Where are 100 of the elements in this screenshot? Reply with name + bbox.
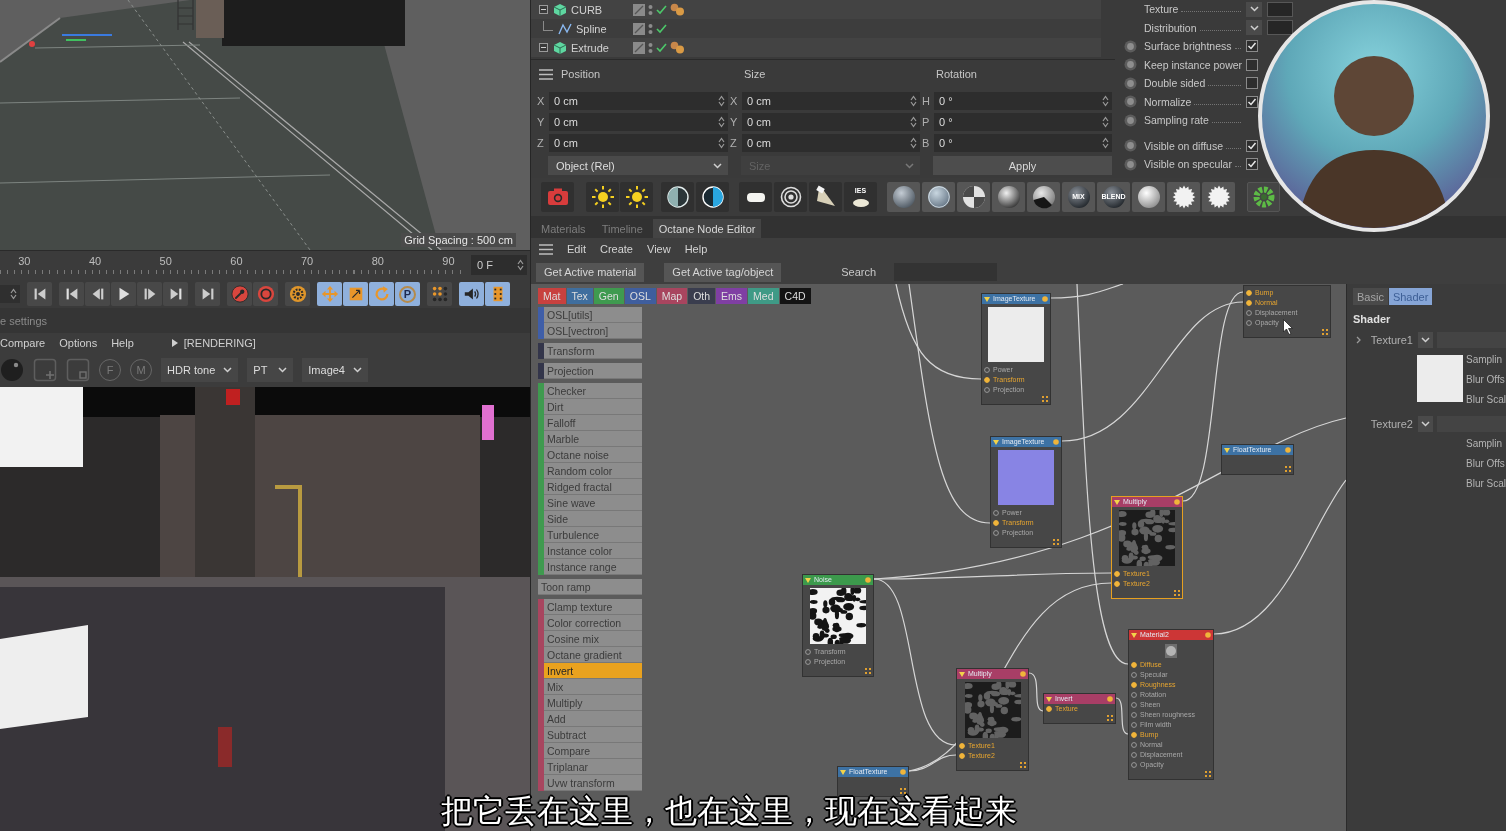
dropdown-button[interactable] bbox=[1246, 1, 1262, 17]
half-circle-button[interactable] bbox=[661, 182, 694, 212]
dropdown[interactable]: Image4 bbox=[302, 358, 368, 382]
panel-tab[interactable]: Shader bbox=[1388, 288, 1433, 305]
starburst-button[interactable] bbox=[1167, 182, 1200, 212]
panel-tab[interactable]: Timeline bbox=[595, 219, 649, 238]
coordinate-field[interactable]: 0 cm bbox=[742, 92, 920, 110]
port-dot-icon[interactable] bbox=[1131, 732, 1137, 738]
checkbox[interactable] bbox=[1246, 158, 1258, 171]
sun-light-button[interactable] bbox=[586, 182, 619, 212]
collapse-triangle-icon[interactable] bbox=[805, 577, 811, 583]
node-list-item[interactable]: Cosine mix bbox=[544, 631, 642, 647]
category-tab[interactable]: Tex bbox=[566, 288, 593, 304]
dropdown-button[interactable] bbox=[1418, 416, 1433, 432]
panel-tab[interactable]: Basic bbox=[1353, 288, 1388, 305]
chevron-right-icon[interactable] bbox=[1356, 336, 1361, 344]
node-list-item[interactable]: Mix bbox=[544, 679, 642, 695]
coordinate-field[interactable]: 0 cm bbox=[549, 113, 728, 131]
output-port-icon[interactable] bbox=[1174, 499, 1180, 505]
resize-grip-icon[interactable] bbox=[1042, 396, 1048, 402]
collapse-triangle-icon[interactable] bbox=[959, 671, 965, 677]
target-light-button[interactable] bbox=[774, 182, 807, 212]
matte-sphere-button[interactable] bbox=[1132, 182, 1165, 212]
dropdown[interactable]: HDR tone bbox=[161, 358, 239, 382]
node-list-item[interactable]: OSL[utils] bbox=[544, 307, 642, 323]
category-tab[interactable]: Oth bbox=[688, 288, 716, 304]
port-dot-icon[interactable] bbox=[993, 530, 999, 536]
port-dot-icon[interactable] bbox=[805, 649, 811, 655]
port-dot-icon[interactable] bbox=[1246, 310, 1252, 316]
go-to-end-button[interactable] bbox=[195, 282, 220, 306]
output-port-icon[interactable] bbox=[900, 769, 906, 775]
category-tab[interactable]: C4D bbox=[779, 288, 811, 304]
output-port-icon[interactable] bbox=[1053, 439, 1059, 445]
port-dot-icon[interactable] bbox=[959, 753, 965, 759]
node-list-item[interactable]: Octane noise bbox=[544, 447, 642, 463]
collapse-triangle-icon[interactable] bbox=[1224, 447, 1230, 453]
coordinate-field[interactable]: 0 cm bbox=[549, 92, 728, 110]
node-list-item[interactable]: Projection bbox=[544, 363, 642, 379]
node-list-item[interactable]: Instance range bbox=[544, 559, 642, 575]
node-list-item[interactable]: Uvw transform bbox=[544, 775, 642, 791]
starburst-button[interactable] bbox=[1202, 182, 1235, 212]
menu-item[interactable]: Edit bbox=[567, 243, 586, 255]
port-dot-icon[interactable] bbox=[1131, 742, 1137, 748]
area-light-button[interactable] bbox=[739, 182, 772, 212]
resize-grip-icon[interactable] bbox=[1205, 771, 1211, 777]
checkbox[interactable] bbox=[1246, 40, 1258, 53]
category-tab[interactable]: Gen bbox=[593, 288, 624, 304]
resize-grip-icon[interactable] bbox=[1285, 466, 1291, 472]
animation-dot-icon[interactable] bbox=[1124, 58, 1137, 72]
port-dot-icon[interactable] bbox=[1246, 290, 1252, 296]
port-dot-icon[interactable] bbox=[1131, 762, 1137, 768]
checkbox[interactable] bbox=[1246, 139, 1258, 152]
port-dot-icon[interactable] bbox=[1131, 712, 1137, 718]
node-list-item[interactable]: Marble bbox=[544, 431, 642, 447]
collapse-triangle-icon[interactable] bbox=[1131, 632, 1137, 638]
coordinate-field[interactable]: 0 cm bbox=[549, 134, 728, 152]
go-to-start-button[interactable] bbox=[27, 282, 52, 306]
step-forward-button[interactable] bbox=[137, 282, 162, 306]
node-list-item[interactable]: Falloff bbox=[544, 415, 642, 431]
port-dot-icon[interactable] bbox=[984, 377, 990, 383]
port-dot-icon[interactable] bbox=[1131, 692, 1137, 698]
menu-item[interactable]: View bbox=[647, 243, 671, 255]
port-dot-icon[interactable] bbox=[1131, 752, 1137, 758]
collapse-triangle-icon[interactable] bbox=[1046, 696, 1052, 702]
port-dot-icon[interactable] bbox=[1246, 300, 1252, 306]
node-list-item[interactable]: Dirt bbox=[544, 399, 642, 415]
slash-tile-icon[interactable] bbox=[633, 3, 645, 16]
last-frame-button[interactable] bbox=[163, 282, 188, 306]
dropdown-button[interactable] bbox=[1246, 20, 1262, 36]
collapse-triangle-icon[interactable] bbox=[993, 439, 999, 445]
port-dot-icon[interactable] bbox=[1114, 571, 1120, 577]
step-back-button[interactable] bbox=[85, 282, 110, 306]
collapse-triangle-icon[interactable] bbox=[984, 296, 990, 302]
point-key-button[interactable] bbox=[427, 282, 452, 306]
panel-tab[interactable]: Octane Node Editor bbox=[652, 219, 762, 238]
checker-sphere-button[interactable] bbox=[957, 182, 990, 212]
resize-grip-icon[interactable] bbox=[1020, 762, 1026, 768]
menu-item[interactable]: Help bbox=[111, 337, 134, 349]
first-frame-button[interactable] bbox=[59, 282, 84, 306]
collapse-triangle-icon[interactable] bbox=[1114, 499, 1120, 505]
port-dot-icon[interactable] bbox=[1131, 702, 1137, 708]
key-settings-button[interactable] bbox=[285, 282, 310, 306]
node-list-item[interactable]: Turbulence bbox=[544, 527, 642, 543]
category-tab[interactable]: Ems bbox=[716, 288, 748, 304]
checkbox[interactable] bbox=[1246, 77, 1258, 90]
coordinate-field[interactable]: 0 ° bbox=[934, 92, 1112, 110]
menu-item[interactable]: Compare bbox=[0, 337, 46, 349]
record-button[interactable] bbox=[227, 282, 252, 306]
sound-button[interactable] bbox=[459, 282, 484, 306]
resize-grip-icon[interactable] bbox=[1107, 715, 1113, 721]
node-list-item[interactable]: Side bbox=[544, 511, 642, 527]
half-circle-button[interactable] bbox=[696, 182, 729, 212]
checkmark-icon[interactable] bbox=[656, 42, 667, 53]
output-port-icon[interactable] bbox=[1107, 696, 1113, 702]
node-list-item[interactable]: Transform bbox=[544, 343, 642, 359]
expander-box-icon[interactable] bbox=[539, 5, 548, 14]
dropdown-button[interactable] bbox=[1418, 332, 1433, 348]
action-button[interactable]: Get Active material bbox=[536, 262, 645, 282]
animation-dot-icon[interactable] bbox=[1124, 139, 1137, 153]
value-field[interactable] bbox=[1267, 1, 1293, 17]
